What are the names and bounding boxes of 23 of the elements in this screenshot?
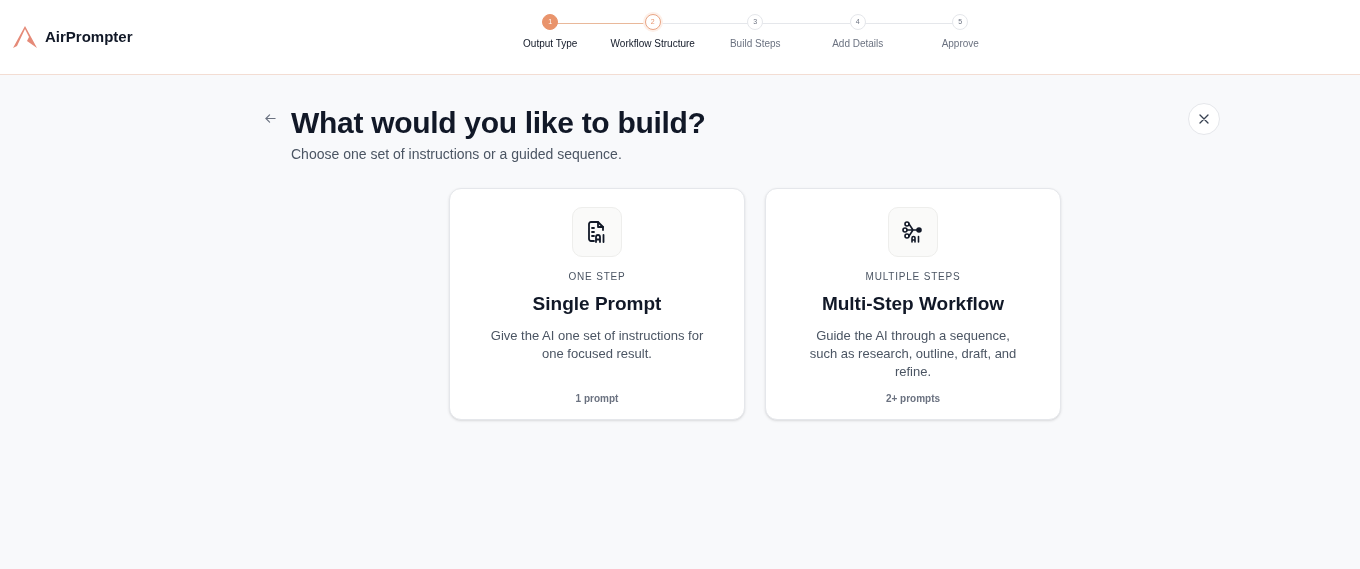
prompt-count: 1 prompt [575,391,619,406]
step-label: Approve [941,37,979,51]
workflow-ai-icon [901,220,925,244]
page-title: What would you like to build? [291,105,706,141]
step-label: Add Details [832,37,884,51]
close-icon [1199,114,1209,124]
logo-icon [13,26,37,48]
brand-name: AirPrompter [45,26,133,47]
card-eyebrow: MULTIPLE STEPS [865,270,961,284]
card-eyebrow: ONE STEP [568,270,626,284]
page-subtitle: Choose one set of instructions or a guided sequence. [291,145,622,164]
card-title: Single Prompt [532,292,662,316]
card-description: Guide the AI through a sequence, such as research, outline, draft, and refine. [808,326,1018,381]
back-button[interactable] [263,111,277,125]
card-title: Multi-Step Workflow [821,292,1005,316]
step-label: Build Steps [729,37,781,51]
prompt-count: 2+ prompts [885,391,941,406]
option-card[interactable]: MULTIPLE STEPS Multi-Step Workflow Guide the AI through a sequence, such as research, outline, draft, and refine. 2+ prompts [765,188,1061,420]
back-arrow-icon [264,112,276,124]
step-label: Output Type [523,37,578,51]
card-description: Give the AI one set of instructions for one focused result. [489,326,705,363]
step-label: Workflow Structure [610,37,695,51]
option-card[interactable]: ONE STEP Single Prompt Give the AI one set of instructions for one focused result. 1 prompt [449,188,745,420]
